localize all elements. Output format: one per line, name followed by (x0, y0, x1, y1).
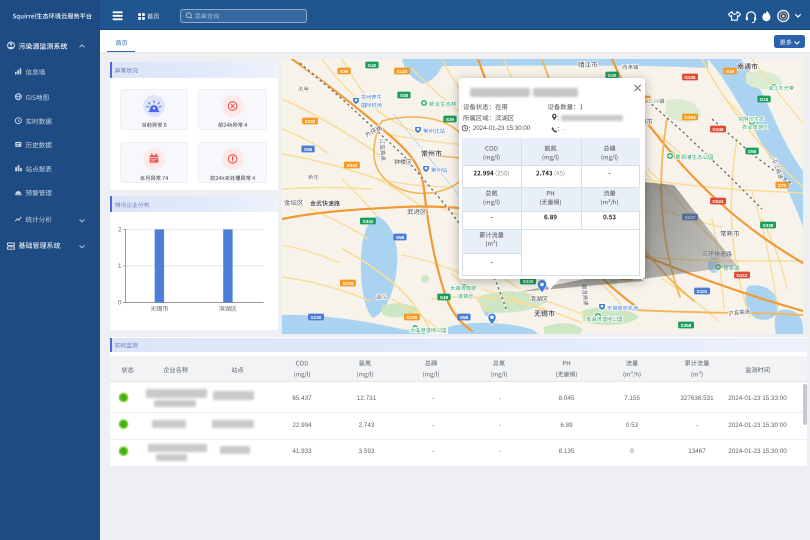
svg-text:0: 0 (118, 300, 122, 307)
svg-text:1: 1 (118, 263, 122, 270)
svg-text:2: 2 (118, 227, 122, 234)
